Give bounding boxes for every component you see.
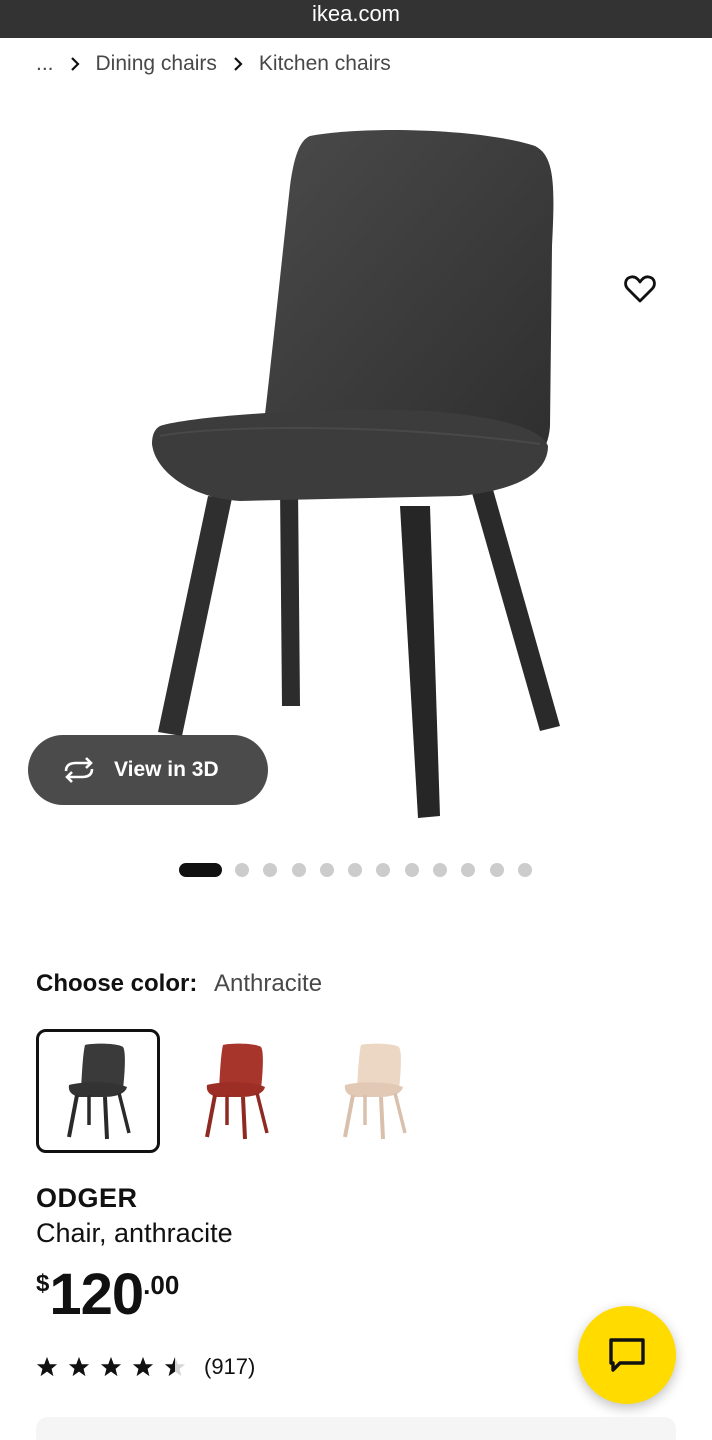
heart-icon xyxy=(624,275,656,303)
url-text: ikea.com xyxy=(311,1,401,26)
pagination-dot[interactable] xyxy=(433,863,448,877)
breadcrumb-kitchen-chairs[interactable]: Kitchen chairs xyxy=(259,52,391,76)
product-rating[interactable]: (917) xyxy=(36,1354,255,1380)
selected-color: Anthracite xyxy=(214,970,323,997)
rotate-icon xyxy=(60,756,98,784)
star-full-icon xyxy=(36,1356,58,1377)
pagination-dot[interactable] xyxy=(404,863,419,877)
breadcrumb: ... Dining chairs Kitchen chairs xyxy=(36,48,391,80)
product-price: $ 120 .00 xyxy=(36,1262,179,1328)
next-section-card xyxy=(36,1417,676,1440)
star-full-icon xyxy=(68,1356,90,1377)
chair-thumbnail xyxy=(343,1043,407,1140)
price-decimal: .00 xyxy=(143,1270,180,1300)
pagination-dot[interactable] xyxy=(263,863,278,877)
product-image[interactable] xyxy=(130,126,570,826)
product-description: Chair, anthracite xyxy=(36,1218,233,1248)
swatch-anthracite[interactable] xyxy=(36,1029,160,1153)
pagination-dot[interactable] xyxy=(376,863,391,877)
swatch-beige[interactable] xyxy=(312,1029,436,1153)
color-label: Choose color: xyxy=(36,970,198,997)
chair-thumbnail xyxy=(67,1043,131,1140)
swatch-red[interactable] xyxy=(174,1029,298,1153)
color-swatches xyxy=(36,1029,450,1153)
breadcrumb-dining-chairs[interactable]: Dining chairs xyxy=(96,52,217,76)
color-chooser-heading: Choose color: Anthracite xyxy=(36,970,322,998)
view-in-3d-button[interactable]: View in 3D xyxy=(28,735,268,805)
browser-url-bar[interactable]: ikea.com xyxy=(0,0,712,38)
gallery-pagination xyxy=(179,862,546,878)
pagination-dot[interactable] xyxy=(348,863,363,877)
pagination-dot[interactable] xyxy=(291,863,306,877)
rating-stars xyxy=(36,1356,196,1378)
breadcrumb-ellipsis[interactable]: ... xyxy=(36,52,54,76)
price-integer: 120 xyxy=(49,1262,144,1327)
favorite-button[interactable] xyxy=(616,268,664,310)
star-full-icon xyxy=(132,1356,154,1377)
pagination-dot[interactable] xyxy=(489,863,504,877)
view-in-3d-label: View in 3D xyxy=(114,758,219,781)
product-name: ODGER xyxy=(36,1183,138,1213)
pagination-dot[interactable] xyxy=(319,863,334,877)
price-currency: $ xyxy=(36,1270,50,1297)
star-half-icon xyxy=(164,1356,186,1377)
chat-button[interactable] xyxy=(578,1306,676,1404)
pagination-dot[interactable] xyxy=(235,863,249,877)
star-full-icon xyxy=(100,1356,122,1377)
chair-thumbnail xyxy=(205,1043,269,1140)
chat-bubble-icon xyxy=(609,1338,645,1372)
product-image-gallery[interactable] xyxy=(0,96,712,836)
pagination-dot[interactable] xyxy=(461,863,476,877)
chevron-right-icon xyxy=(233,57,243,71)
chevron-right-icon xyxy=(70,57,80,71)
rating-count[interactable]: (917) xyxy=(204,1354,255,1380)
pagination-dot[interactable] xyxy=(517,863,532,877)
pagination-dot-active[interactable] xyxy=(179,863,222,877)
